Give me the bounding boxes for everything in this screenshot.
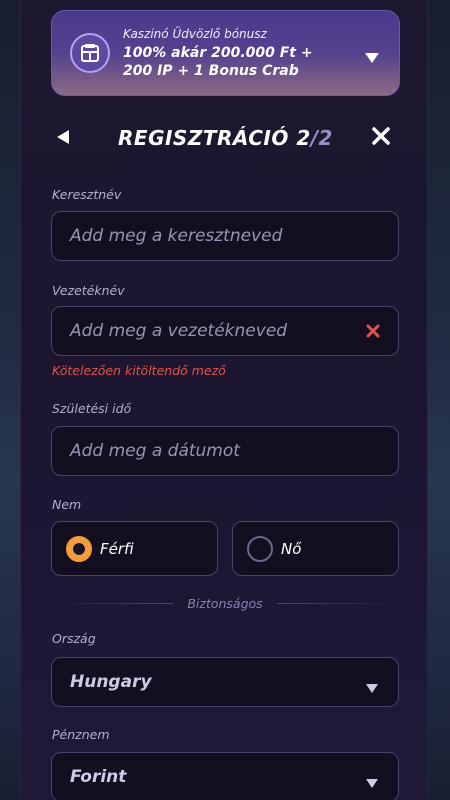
chevron-down-icon	[366, 773, 378, 793]
gender-option-female[interactable]: Nő	[232, 521, 399, 576]
country-value: Hungary	[70, 672, 152, 692]
secure-label: Biztonságos	[187, 595, 263, 611]
bonus-line-2: 200 IP + 1 Bonus Crab	[123, 62, 299, 79]
error-icon	[366, 323, 380, 343]
birth-date-field[interactable]: Add meg a dátumot	[51, 426, 399, 476]
page-header: REGISZTRÁCIÓ 2/2	[51, 118, 400, 158]
bonus-line-1: 100% akár 200.000 Ft +	[123, 44, 313, 61]
bonus-title: Kaszinó Üdvözlő bónusz	[123, 26, 267, 41]
country-label: Ország	[52, 631, 96, 646]
last-name-field[interactable]: Add meg a vezetékneved	[51, 306, 399, 356]
first-name-placeholder: Add meg a keresztneved	[70, 226, 283, 246]
gender-option-label: Nő	[281, 539, 302, 558]
last-name-label: Vezetéknév	[52, 283, 125, 298]
background-right	[428, 0, 450, 800]
title-step-total: /2	[310, 126, 333, 150]
secure-divider: Biztonságos	[51, 595, 399, 611]
currency-value: Forint	[70, 767, 127, 787]
birth-date-placeholder: Add meg a dátumot	[70, 441, 240, 461]
last-name-error: Kötelezően kitöltendő mező	[52, 363, 226, 378]
last-name-placeholder: Add meg a vezetékneved	[70, 321, 288, 341]
chevron-down-icon[interactable]	[365, 48, 379, 67]
gift-icon	[70, 33, 110, 73]
close-button[interactable]	[372, 127, 390, 149]
gender-option-male[interactable]: Férfi	[51, 521, 218, 576]
chevron-down-icon	[366, 678, 378, 698]
gender-option-label: Férfi	[100, 539, 134, 558]
radio-checked-icon	[66, 535, 92, 562]
gender-label: Nem	[52, 497, 82, 512]
title-step: REGISZTRÁCIÓ 2	[118, 126, 311, 150]
country-select[interactable]: Hungary	[51, 657, 399, 707]
background-left	[0, 0, 20, 800]
first-name-field[interactable]: Add meg a keresztneved	[51, 211, 399, 261]
birth-date-label: Születési idő	[52, 401, 132, 416]
radio-unchecked-icon	[247, 535, 273, 562]
bonus-banner[interactable]: Kaszinó Üdvözlő bónusz 100% akár 200.000…	[51, 10, 400, 96]
page-title: REGISZTRÁCIÓ 2/2	[51, 126, 400, 150]
first-name-label: Keresztnév	[52, 187, 122, 202]
currency-select[interactable]: Forint	[51, 752, 399, 800]
currency-label: Pénznem	[52, 727, 110, 742]
